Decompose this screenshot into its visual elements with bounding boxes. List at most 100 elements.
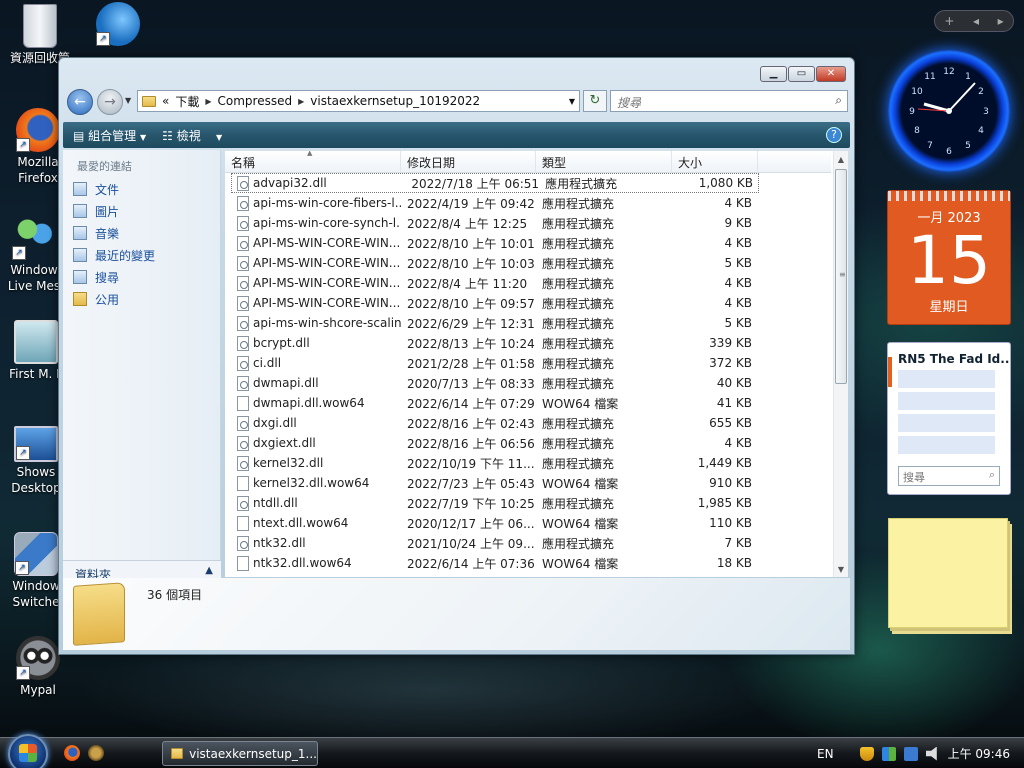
desktop-icon-idm[interactable]: ↗ [78, 2, 158, 48]
scroll-up-icon[interactable]: ▲ [834, 151, 848, 168]
breadcrumb-separator-icon[interactable]: ▶ [298, 97, 304, 106]
address-dropdown-icon[interactable]: ▼ [569, 97, 575, 106]
file-name-cell: dwmapi.dll [225, 375, 401, 391]
back-arrow-icon: ← [74, 94, 86, 110]
scroll-down-icon[interactable]: ▼ [834, 561, 848, 577]
nav-link-recent[interactable]: 最近的變更 [63, 244, 220, 266]
file-row[interactable]: advapi32.dll 2022/7/18 上午 06:51 應用程式擴充 1,08… [231, 173, 759, 193]
close-button[interactable]: ✕ [816, 66, 846, 82]
file-row[interactable]: API-MS-WIN-CORE-WIN... 2022/8/10 上午 10:03… [225, 253, 831, 273]
search-input[interactable]: 搜尋 ⌕ [610, 90, 848, 112]
file-name: api-ms-win-core-synch-l... [253, 216, 401, 230]
address-bar[interactable]: « 下載 ▶ Compressed ▶ vistaexkernsetup_101… [137, 90, 580, 112]
help-button[interactable]: ? [826, 127, 842, 143]
feed-item[interactable] [898, 436, 995, 454]
file-row[interactable]: API-MS-WIN-CORE-WIN... 2022/8/4 上午 11:20 應… [225, 273, 831, 293]
file-row[interactable]: ci.dll 2021/2/28 上午 01:58 應用程式擴充 372 KB [225, 353, 831, 373]
clock-gadget[interactable]: 12 3 6 9 12 45 7 8 10 11 [888, 50, 1010, 172]
file-type: 應用程式擴充 [542, 236, 615, 251]
file-row[interactable]: dwmapi.dll.wow64 2022/6/14 上午 07:29 WOW64 … [225, 393, 831, 413]
file-date: 2022/6/29 上午 12:31 [407, 316, 535, 331]
display-icon[interactable] [903, 746, 918, 761]
minimize-button[interactable]: ▁ [760, 66, 787, 82]
feed-title[interactable]: RN5 The Fad Id... [888, 343, 1010, 366]
security-shield-icon[interactable] [859, 746, 874, 761]
file-row[interactable]: ntext.dll.wow64 2020/12/17 上午 06... WOW64 … [225, 513, 831, 533]
file-row[interactable]: API-MS-WIN-CORE-WIN... 2022/8/10 上午 10:01… [225, 233, 831, 253]
organize-icon: ▤ [73, 128, 85, 143]
firefox-icon[interactable] [64, 745, 80, 761]
column-header-size[interactable]: 大小 [672, 151, 758, 173]
forward-button[interactable]: → [97, 89, 123, 115]
file-row[interactable]: ntk32.dll.wow64 2022/6/14 上午 07:36 WOW64 檔… [225, 553, 831, 573]
column-header-name[interactable]: 名稱 ▲ [225, 151, 401, 173]
file-size: 4 KB [724, 196, 752, 210]
file-row[interactable]: bcrypt.dll 2022/8/13 上午 10:24 應用程式擴充 339 KB [225, 333, 831, 353]
nav-link-pictures[interactable]: 圖片 [63, 200, 220, 222]
breadcrumb-item[interactable]: 下載 [175, 93, 199, 110]
file-date: 2022/8/16 上午 02:43 [407, 416, 535, 431]
search-icon[interactable]: ⌕ [989, 468, 995, 482]
clock-time[interactable]: 上午 09:46 [948, 745, 1010, 762]
feed-item[interactable] [898, 392, 995, 410]
network-status-icon[interactable] [881, 746, 896, 761]
file-date: 2022/4/19 上午 09:42 [407, 196, 535, 211]
file-row[interactable]: kernel32.dll.wow64 2022/7/23 上午 05:43 WOW6… [225, 473, 831, 493]
volume-icon[interactable] [925, 746, 937, 761]
nav-link-public[interactable]: 公用 [63, 288, 220, 310]
scrollbar-thumb[interactable]: ≡ [835, 169, 847, 384]
file-row[interactable]: dxgi.dll 2022/8/16 上午 02:43 應用程式擴充 655 KB [225, 413, 831, 433]
file-date: 2022/7/23 上午 05:43 [407, 476, 535, 491]
breadcrumb-item[interactable]: vistaexkernsetup_10192022 [310, 94, 480, 108]
feed-item[interactable] [898, 370, 995, 388]
file-row[interactable]: ntdll.dll 2022/7/19 下午 10:25 應用程式擴充 1,985 K… [225, 493, 831, 513]
file-row[interactable]: api-ms-win-shcore-scalin... 2022/6/29 上午 … [225, 313, 831, 333]
file-name: API-MS-WIN-CORE-WIN... [253, 256, 401, 270]
feed-gadget[interactable]: RN5 The Fad Id... 搜尋 ⌕ [887, 342, 1011, 495]
add-gadget-icon[interactable]: + [944, 14, 954, 28]
feed-search-input[interactable]: 搜尋 ⌕ [898, 466, 1000, 486]
back-button[interactable]: ← [67, 89, 93, 115]
taskbar-button-explorer[interactable]: vistaexkernsetup_1... [162, 741, 318, 766]
file-name-cell: ntdll.dll [225, 495, 401, 511]
file-size: 1,449 KB [697, 456, 752, 470]
file-row[interactable]: ntk32.dll 2021/10/24 上午 09... 應用程式擴充 7 KB [225, 533, 831, 553]
file-row[interactable]: api-ms-win-core-synch-l... 2022/8/4 上午 12… [225, 213, 831, 233]
maximize-button[interactable]: ▭ [788, 66, 815, 82]
nav-link-documents[interactable]: 文件 [63, 178, 220, 200]
feed-item[interactable] [898, 414, 995, 432]
item-count: 36 個項目 [147, 588, 203, 602]
notes-gadget[interactable] [888, 518, 1008, 628]
vertical-scrollbar[interactable]: ▲ ≡ ▼ [833, 151, 848, 577]
prev-gadget-icon[interactable]: ◂ [973, 14, 979, 28]
file-size: 4 KB [724, 276, 752, 290]
file-icon [237, 555, 249, 571]
nav-link-music[interactable]: 音樂 [63, 222, 220, 244]
column-header-date[interactable]: 修改日期 [401, 151, 536, 173]
nav-link-search[interactable]: 搜尋 [63, 266, 220, 288]
calendar-gadget[interactable]: 一月 2023 15 星期日 [887, 190, 1011, 325]
recent-pages-chevron-icon[interactable]: ▼ [125, 96, 131, 105]
file-row[interactable]: api-ms-win-core-fibers-l... 2022/4/19 上午 … [225, 193, 831, 213]
file-row[interactable]: dwmapi.dll 2020/7/13 上午 08:33 應用程式擴充 40 KB [225, 373, 831, 393]
breadcrumb-item[interactable]: Compressed [218, 94, 293, 108]
search-icon[interactable]: ⌕ [835, 93, 842, 108]
file-row[interactable]: dxgiext.dll 2022/8/16 上午 06:56 應用程式擴充 4 KB [225, 433, 831, 453]
views-menu[interactable]: ☷ 檢視 ▼ [162, 127, 222, 144]
svg-text:4: 4 [978, 126, 984, 136]
start-button[interactable] [8, 734, 48, 768]
file-date: 2022/6/14 上午 07:29 [407, 396, 535, 411]
file-row[interactable]: API-MS-WIN-CORE-WIN... 2022/8/10 上午 09:57… [225, 293, 831, 313]
refresh-button[interactable]: ↻ [583, 90, 607, 112]
breadcrumb-overflow[interactable]: « [162, 94, 169, 108]
svg-text:3: 3 [983, 107, 989, 117]
next-gadget-icon[interactable]: ▸ [998, 14, 1004, 28]
shortcut-arrow-icon: ↗ [96, 32, 110, 46]
feed-search-placeholder: 搜尋 [903, 471, 925, 484]
column-header-type[interactable]: 類型 [536, 151, 672, 173]
language-indicator[interactable]: EN [817, 747, 834, 761]
mypal-icon[interactable] [88, 745, 104, 761]
file-row[interactable]: kernel32.dll 2022/10/19 下午 11... 應用程式擴充 1,4… [225, 453, 831, 473]
organize-menu[interactable]: ▤ 組合管理 ▼ [73, 127, 146, 144]
breadcrumb-separator-icon[interactable]: ▶ [205, 97, 211, 106]
